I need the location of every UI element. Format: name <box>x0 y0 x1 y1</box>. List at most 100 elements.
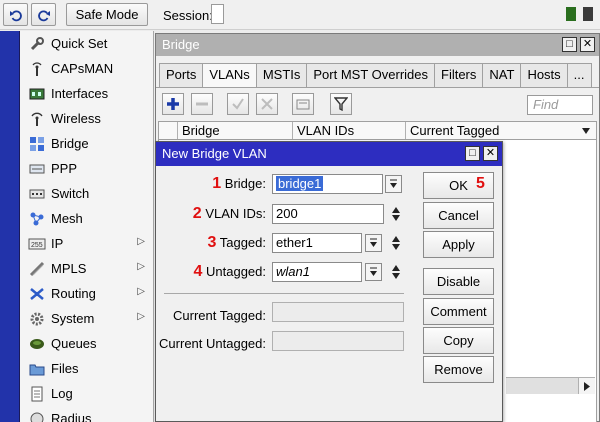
column-menu-button[interactable] <box>581 125 591 139</box>
filter-button[interactable] <box>330 93 352 115</box>
redo-button[interactable] <box>31 3 56 26</box>
restore-icon: □ <box>566 38 573 50</box>
untagged-select[interactable]: wlan1 <box>272 262 362 282</box>
check-icon <box>232 98 244 110</box>
dialog-restore-button[interactable]: □ <box>465 146 480 161</box>
sidebar-item-label: Wireless <box>51 111 101 126</box>
dialog-close-button[interactable]: ✕ <box>483 146 498 161</box>
sidebar-item-bridge[interactable]: Bridge <box>20 131 153 156</box>
sidebar-item-interfaces[interactable]: Interfaces <box>20 81 153 106</box>
sidebar-item-switch[interactable]: Switch <box>20 181 153 206</box>
find-input[interactable]: Find <box>527 95 593 115</box>
sidebar-item-label: Log <box>51 386 73 401</box>
column-current-tagged[interactable]: Current Tagged <box>405 122 576 139</box>
column-vlan-ids[interactable]: VLAN IDs <box>292 122 405 139</box>
sidebar-item-label: Queues <box>51 336 97 351</box>
current-tagged-field <box>272 302 404 322</box>
bridge-value: bridge1 <box>276 176 324 191</box>
cancel-button[interactable]: Cancel <box>423 202 494 229</box>
column-bridge[interactable]: Bridge <box>177 122 292 139</box>
wrench-icon <box>28 36 46 52</box>
scroll-right-button[interactable] <box>578 378 595 394</box>
sidebar-item-label: Routing <box>51 286 96 301</box>
sidebar-item-log[interactable]: Log <box>20 381 153 406</box>
close-icon: ✕ <box>485 147 496 159</box>
sidebar-item-label: Radius <box>51 411 92 422</box>
session-label: Session: <box>163 8 213 23</box>
comment-button[interactable] <box>292 93 314 115</box>
close-button[interactable]: ✕ <box>580 37 595 52</box>
bridge-window-titlebar: Bridge □ ✕ <box>156 34 599 56</box>
sidebar-item-quick-set[interactable]: Quick Set <box>20 31 153 56</box>
tagged-dropdown-button[interactable] <box>365 234 382 252</box>
switch-icon <box>28 186 46 202</box>
top-toolbar: Safe Mode Session: <box>0 0 600 30</box>
restore-button[interactable]: □ <box>562 37 577 52</box>
sidebar-item-system[interactable]: System ▷ <box>20 306 153 331</box>
close-icon: ✕ <box>582 38 593 50</box>
status-green-icon <box>566 7 576 21</box>
vlan-ids-input[interactable]: 200 <box>272 204 384 224</box>
enable-button[interactable] <box>227 93 249 115</box>
sidebar-item-label: System <box>51 311 95 326</box>
comment-button[interactable]: Comment <box>423 298 494 325</box>
bridge-field-label: 1 Bridge: <box>196 175 266 193</box>
bridge-select[interactable]: bridge1 <box>272 174 383 194</box>
tab-more[interactable]: ... <box>566 63 592 87</box>
tab-hosts[interactable]: Hosts <box>520 63 568 87</box>
untagged-label-text: Untagged: <box>206 264 266 279</box>
disable-button[interactable] <box>256 93 278 115</box>
sidebar-item-files[interactable]: Files <box>20 356 153 381</box>
undo-button[interactable] <box>3 3 28 26</box>
sidebar-item-label: Mesh <box>51 211 83 226</box>
annotation-number-2: 2 <box>192 205 202 222</box>
interfaces-icon <box>28 86 46 102</box>
apply-button[interactable]: Apply <box>423 231 494 258</box>
tab-nat[interactable]: NAT <box>482 63 522 87</box>
remove-button[interactable] <box>191 93 213 115</box>
safe-mode-button[interactable]: Safe Mode <box>66 3 148 26</box>
current-untagged-label: Current Untagged: <box>159 336 266 351</box>
sidebar-item-mesh[interactable]: Mesh <box>20 206 153 231</box>
bridge-dropdown-button[interactable] <box>385 175 402 193</box>
horizontal-scrollbar[interactable] <box>506 377 595 394</box>
sidebar-item-label: Quick Set <box>51 36 108 51</box>
tab-divider <box>156 87 599 88</box>
sidebar-item-queues[interactable]: Queues <box>20 331 153 356</box>
tab-ports[interactable]: Ports <box>159 63 204 87</box>
add-button[interactable] <box>162 93 184 115</box>
tab-vlans[interactable]: VLANs <box>202 63 257 88</box>
copy-button[interactable]: Copy <box>423 327 494 354</box>
winbox-side-stripe <box>0 31 20 422</box>
new-bridge-vlan-dialog: New Bridge VLAN □ ✕ 1 Bridge: bridge1 2 … <box>155 141 503 422</box>
ppp-icon <box>28 161 46 177</box>
untagged-field-label: 4 Untagged: <box>176 263 266 281</box>
annotation-number-4: 4 <box>193 263 203 280</box>
log-icon <box>28 386 46 402</box>
field-separator <box>164 293 404 294</box>
sidebar-item-ppp[interactable]: PPP <box>20 156 153 181</box>
session-selector[interactable] <box>211 4 224 24</box>
sidebar-item-mpls[interactable]: MPLS ▷ <box>20 256 153 281</box>
tab-filters[interactable]: Filters <box>434 63 484 87</box>
sidebar-item-ip[interactable]: 255 IP ▷ <box>20 231 153 256</box>
comment-icon <box>296 99 310 110</box>
vlan-table-header: Bridge VLAN IDs Current Tagged <box>158 121 597 140</box>
disable-button[interactable]: Disable <box>423 268 494 295</box>
remove-button[interactable]: Remove <box>423 356 494 383</box>
sidebar-item-radius[interactable]: Radius <box>20 406 153 422</box>
tagged-updown[interactable] <box>390 234 402 252</box>
tagged-select[interactable]: ether1 <box>272 233 362 253</box>
sidebar-item-capsman[interactable]: CAPsMAN <box>20 56 153 81</box>
vlan-ids-updown[interactable] <box>390 205 402 223</box>
tab-port-mst-overrides[interactable]: Port MST Overrides <box>306 63 435 87</box>
bridge-window-title: Bridge <box>162 37 200 52</box>
sidebar-item-routing[interactable]: Routing ▷ <box>20 281 153 306</box>
untagged-updown[interactable] <box>390 263 402 281</box>
tab-mstis[interactable]: MSTIs <box>255 63 308 87</box>
untagged-dropdown-button[interactable] <box>365 263 382 281</box>
gear-icon <box>28 311 46 327</box>
sidebar-item-wireless[interactable]: Wireless <box>20 106 153 131</box>
bridge-label-text: Bridge: <box>224 176 266 191</box>
dialog-title: New Bridge VLAN <box>162 146 267 161</box>
